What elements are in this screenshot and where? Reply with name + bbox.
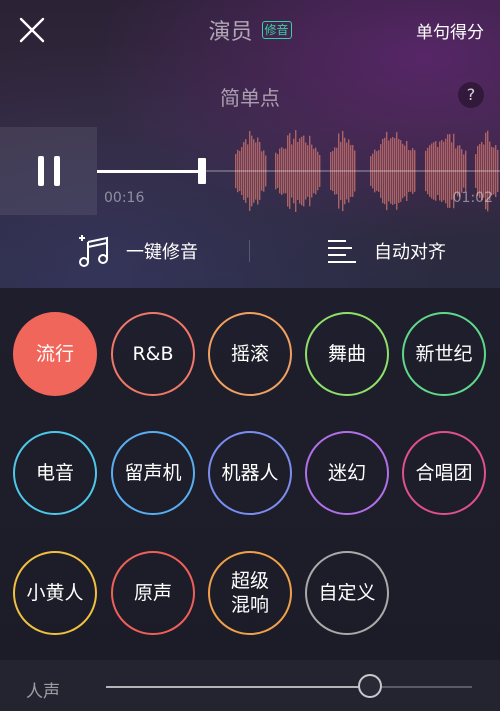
effect-pop-button[interactable]: 流行 — [13, 312, 97, 396]
lyric-line: 简单点 — [220, 86, 280, 110]
auto-tune-button[interactable]: 一键修音 — [76, 233, 198, 269]
effect-original-button[interactable]: 原声 — [111, 551, 195, 635]
auto-tune-label: 一键修音 — [126, 242, 198, 263]
auto-align-label: 自动对齐 — [374, 242, 446, 263]
help-icon[interactable]: ? — [458, 82, 484, 108]
total-time: 01:02 — [452, 190, 493, 206]
effect-choir-button[interactable]: 合唱团 — [402, 431, 486, 515]
effect-psychedelic-button[interactable]: 迷幻 — [305, 431, 389, 515]
effect-phonograph-button[interactable]: 留声机 — [111, 431, 195, 515]
effect-rnb-button[interactable]: R&B — [111, 312, 195, 396]
align-lines-icon — [328, 240, 356, 263]
tune-tag-badge: 修音 — [261, 21, 292, 39]
sentence-score-button[interactable]: 单句得分 — [416, 18, 484, 43]
effect-rock-button[interactable]: 摇滚 — [208, 312, 292, 396]
pause-button[interactable] — [0, 127, 97, 215]
auto-align-button[interactable]: 自动对齐 — [326, 233, 446, 269]
pause-icon — [38, 156, 60, 186]
effect-super-reverb-button[interactable]: 超级 混响 — [208, 551, 292, 635]
effect-minion-button[interactable]: 小黄人 — [13, 551, 97, 635]
playback-handle[interactable] — [197, 158, 206, 184]
music-notes-icon — [79, 235, 108, 267]
vocal-label: 人声 — [26, 682, 60, 702]
current-time: 00:16 — [104, 190, 145, 206]
action-divider — [249, 240, 250, 262]
playback-progress — [97, 170, 202, 173]
song-title: 演员 — [208, 20, 253, 45]
effect-robot-button[interactable]: 机器人 — [208, 431, 292, 515]
vocal-slider-thumb[interactable] — [357, 674, 382, 698]
effect-dance-button[interactable]: 舞曲 — [305, 312, 389, 396]
vocal-slider-fill — [106, 686, 370, 688]
effect-new-age-button[interactable]: 新世纪 — [402, 312, 486, 396]
effect-custom-button[interactable]: 自定义 — [305, 551, 389, 635]
effect-electronic-button[interactable]: 电音 — [13, 431, 97, 515]
